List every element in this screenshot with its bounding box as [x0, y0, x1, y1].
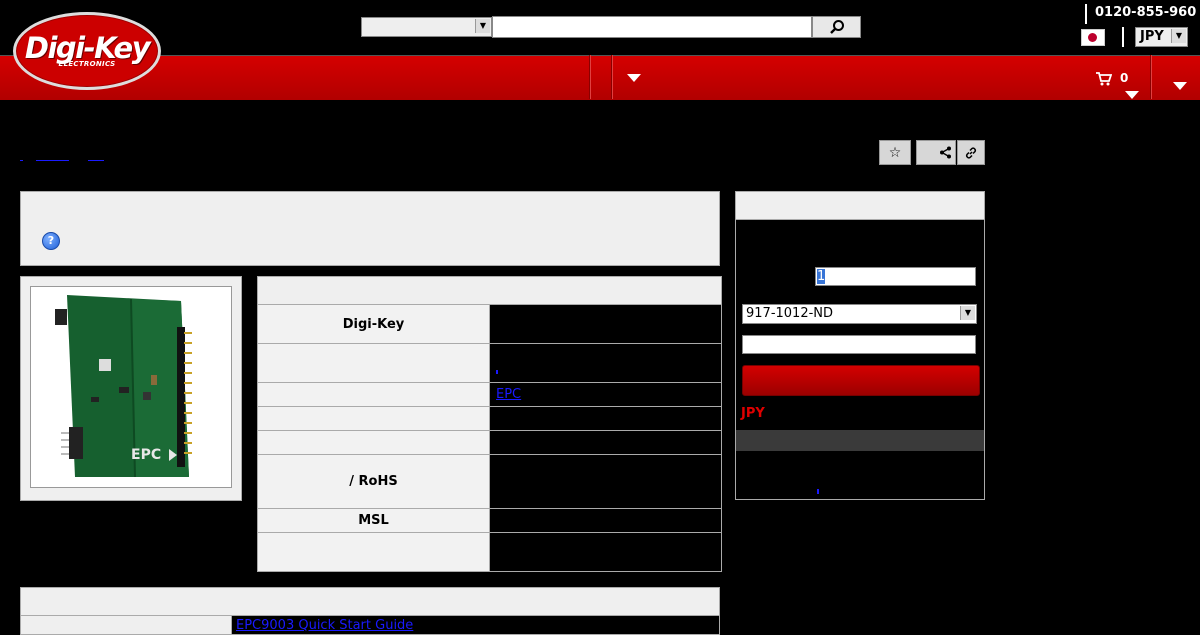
development-board-image: EPC — [31, 287, 231, 487]
chevron-down-icon — [627, 74, 641, 82]
share-icon — [940, 146, 951, 159]
price-link[interactable] — [817, 489, 819, 494]
quick-start-guide-link[interactable]: EPC9003 Quick Start Guide — [236, 618, 413, 633]
attribute-key — [257, 343, 490, 383]
manufacturer-part-link[interactable] — [496, 370, 498, 374]
share-button[interactable] — [916, 140, 956, 165]
documents-row-key — [20, 615, 232, 635]
attribute-key — [257, 532, 490, 572]
nav-divider — [589, 55, 591, 99]
chevron-down-icon: ▼ — [475, 19, 490, 33]
attribute-value — [489, 406, 722, 431]
attribute-key — [257, 406, 490, 431]
attribute-value — [489, 454, 722, 509]
search-category-select[interactable]: ▼ — [361, 17, 492, 37]
search-input[interactable] — [492, 16, 812, 38]
favorite-button[interactable]: ☆ — [879, 140, 911, 165]
documents-section-header — [20, 587, 720, 616]
breadcrumb-link[interactable] — [20, 160, 23, 161]
digikey-logo[interactable]: Digi-Key ELECTRONICS — [13, 12, 161, 90]
attribute-value — [489, 508, 722, 533]
phone-divider — [1085, 4, 1087, 24]
table-row — [257, 406, 722, 431]
quantity-input[interactable]: 1 — [815, 267, 976, 286]
attribute-value — [489, 304, 722, 344]
attribute-value — [489, 343, 722, 383]
table-row: / RoHS — [257, 454, 722, 509]
attribute-value — [489, 532, 722, 572]
search-icon — [829, 20, 844, 34]
japan-flag-icon[interactable] — [1081, 29, 1105, 46]
pricing-panel-header — [736, 192, 984, 220]
logo-subtext: ELECTRONICS — [58, 60, 116, 68]
customer-reference-input[interactable] — [742, 335, 976, 354]
table-row: MSL — [257, 508, 722, 533]
currency-note: JPY — [741, 406, 765, 421]
account-dropdown[interactable] — [1152, 55, 1200, 99]
quantity-value: 1 — [817, 269, 826, 284]
manufacturer-link[interactable]: EPC — [496, 387, 521, 402]
product-attributes-table: Digi-Key EPC / RoHS MSL — [257, 276, 722, 572]
product-image[interactable]: EPC — [30, 286, 232, 488]
search-button[interactable] — [812, 16, 861, 38]
table-row — [257, 430, 722, 455]
svg-text:EPC: EPC — [131, 447, 161, 463]
attribute-key: Digi-Key — [257, 304, 490, 344]
attribute-value — [489, 430, 722, 455]
link-icon — [965, 146, 977, 159]
cart-icon — [1096, 72, 1112, 86]
product-description-panel — [20, 191, 720, 266]
attribute-key — [257, 430, 490, 455]
table-row: Digi-Key — [257, 304, 722, 344]
copy-link-button[interactable] — [957, 140, 985, 165]
add-to-cart-button[interactable] — [742, 365, 980, 396]
star-icon: ☆ — [888, 144, 902, 161]
chevron-down-icon: ▼ — [960, 306, 975, 320]
table-row: EPC — [257, 382, 722, 407]
chevron-down-icon: ▼ — [1171, 29, 1186, 43]
price-table-header — [736, 430, 984, 451]
chevron-down-icon — [1173, 82, 1187, 90]
attribute-key: MSL — [257, 508, 490, 533]
part-number-select[interactable]: 917-1012-ND ▼ — [742, 304, 977, 324]
currency-value: JPY — [1140, 29, 1164, 44]
logo-text: Digi-Key — [24, 31, 151, 65]
part-number-value: 917-1012-ND — [746, 306, 834, 321]
breadcrumb-link[interactable] — [88, 160, 104, 161]
breadcrumb-link[interactable] — [36, 160, 69, 161]
table-row — [257, 532, 722, 572]
attribute-key: / RoHS — [257, 454, 490, 509]
attributes-table-header — [257, 276, 722, 305]
chevron-down-icon — [1125, 91, 1139, 99]
attribute-key — [257, 382, 490, 407]
currency-divider — [1122, 27, 1124, 47]
help-icon[interactable]: ? — [42, 232, 60, 250]
nav-menu-dropdown[interactable] — [611, 55, 651, 99]
currency-select[interactable]: JPY ▼ — [1135, 27, 1188, 47]
phone-number[interactable]: 0120-855-960 — [1095, 5, 1196, 20]
table-row — [257, 343, 722, 383]
attribute-value: EPC — [489, 382, 722, 407]
cart-count: 0 — [1120, 71, 1129, 85]
main-nav-bar — [0, 55, 1200, 100]
